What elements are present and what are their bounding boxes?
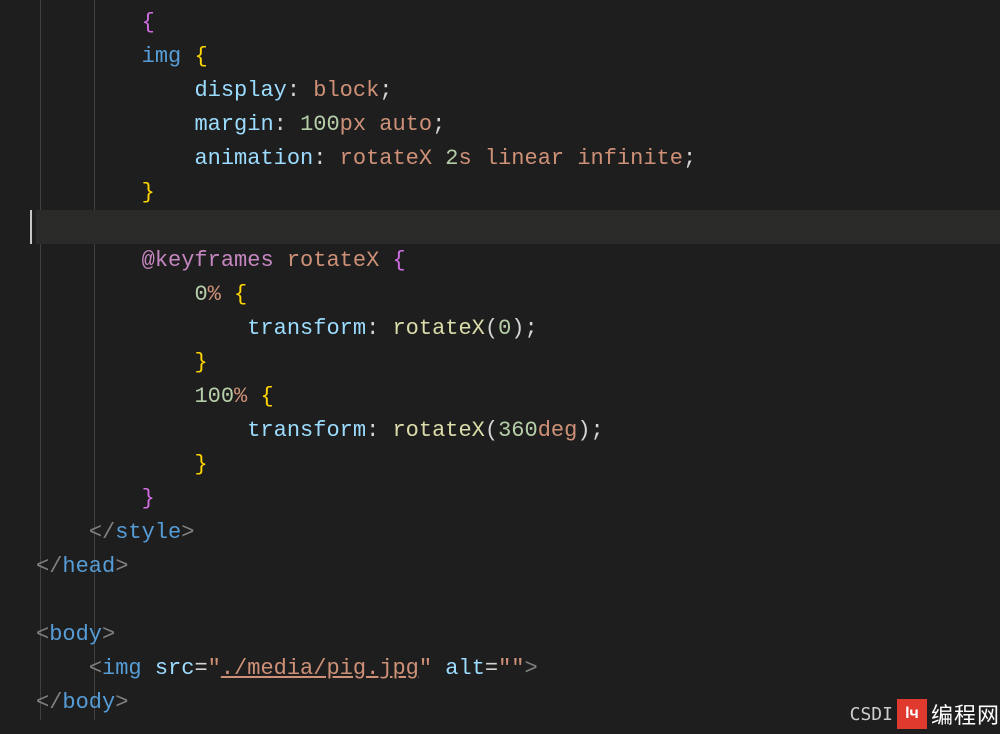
html-attr-value: ./media/pig.jpg [221,656,419,681]
watermark-left: CSDI [850,704,893,725]
watermark: CSDI lч 编程网 [850,698,1000,730]
code-line[interactable]: </style> [36,516,1000,550]
css-prop: margin [194,112,273,137]
code-editor[interactable]: { img { display: block; margin: 100px au… [0,0,1000,720]
brace: { [194,44,207,69]
html-tag: body [62,690,115,715]
html-tag: head [62,554,115,579]
code-line[interactable]: } [36,176,1000,210]
brace: } [194,350,207,375]
code-line[interactable]: } [36,448,1000,482]
watermark-logo-icon: lч [897,699,927,729]
css-func: rotateX [392,316,484,341]
brace: } [142,486,155,511]
css-prop: animation [194,146,313,171]
code-line[interactable]: 100% { [36,380,1000,414]
code-line[interactable]: display: block; [36,74,1000,108]
code-line[interactable]: } [36,346,1000,380]
code-line[interactable]: animation: rotateX 2s linear infinite; [36,142,1000,176]
brace: { [234,282,247,307]
code-line[interactable]: transform: rotateX(360deg); [36,414,1000,448]
html-attr: src [155,656,195,681]
watermark-brand: 编程网 [931,698,1000,730]
code-line[interactable]: } [36,482,1000,516]
brace: } [142,180,155,205]
html-tag: body [49,622,102,647]
code-line[interactable]: <img src="./media/pig.jpg" alt=""> [36,652,1000,686]
code-line[interactable]: </head> [36,550,1000,584]
code-line[interactable]: 0% { [36,278,1000,312]
code-line[interactable]: @keyframes rotateX { [36,244,1000,278]
brace: { [260,384,273,409]
css-prop: transform [247,316,366,341]
code-area[interactable]: { img { display: block; margin: 100px au… [0,6,1000,720]
css-prop: display [194,78,286,103]
css-func: rotateX [392,418,484,443]
at-rule: @keyframes [142,248,274,273]
html-tag: img [102,656,142,681]
selector: img [142,44,182,69]
code-line[interactable] [36,210,1000,244]
html-attr: alt [445,656,485,681]
code-line[interactable]: margin: 100px auto; [36,108,1000,142]
brace: } [194,452,207,477]
code-line[interactable]: { [36,6,1000,40]
brace: { [142,10,155,35]
code-line[interactable] [36,584,1000,618]
html-tag: style [115,520,181,545]
keyframes-name: rotateX [287,248,379,273]
css-value: block [313,78,379,103]
css-prop: transform [247,418,366,443]
code-line[interactable]: img { [36,40,1000,74]
brace: { [392,248,405,273]
code-line[interactable]: transform: rotateX(0); [36,312,1000,346]
code-line[interactable]: <body> [36,618,1000,652]
